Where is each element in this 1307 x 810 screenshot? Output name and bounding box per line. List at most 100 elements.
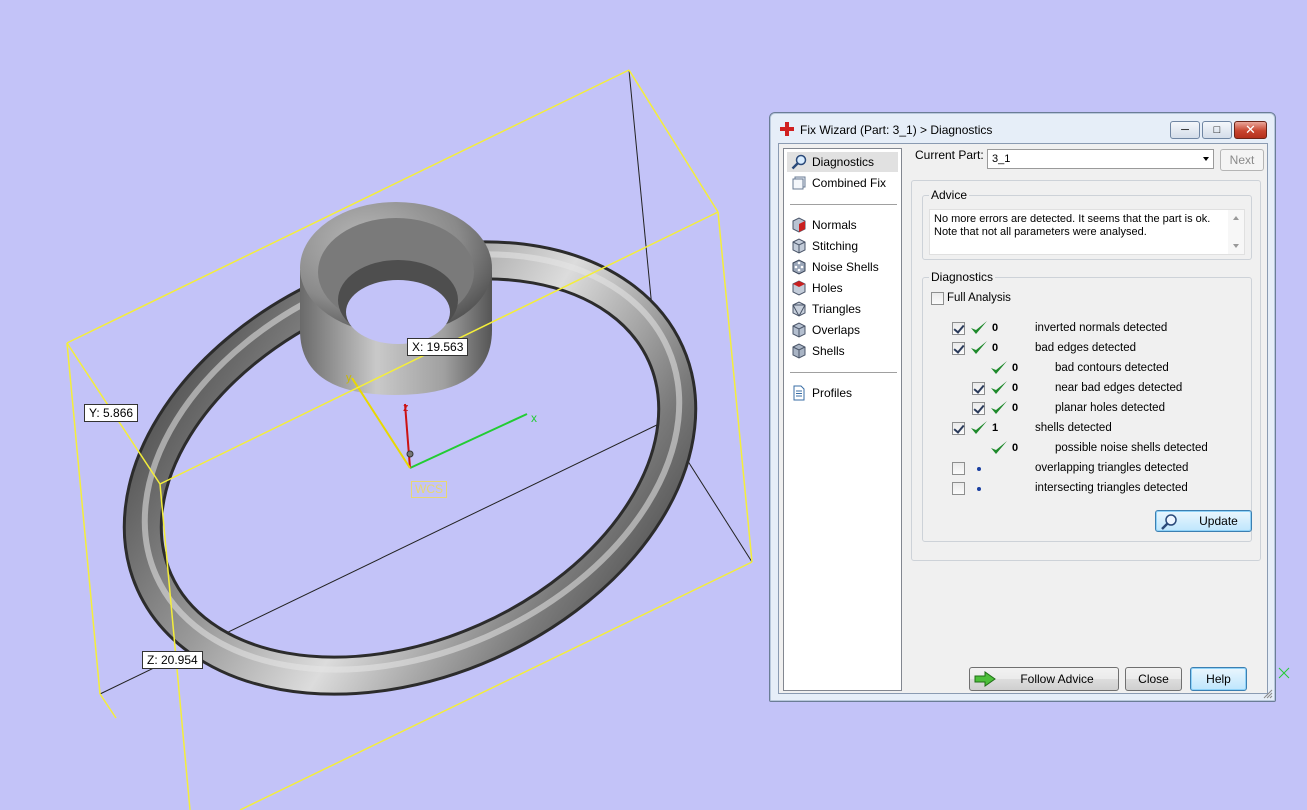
intersecting-triangles-text: intersecting triangles detected [1035, 482, 1188, 494]
noise-shells-count: 0 [1012, 442, 1019, 454]
current-part-select[interactable]: 3_1 [987, 149, 1214, 169]
sidebar-separator [790, 204, 897, 205]
advice-title: Advice [929, 188, 970, 202]
content-frame: Advice No more errors are detected. It s… [911, 180, 1261, 561]
next-button[interactable]: Next [1220, 149, 1264, 171]
check-icon [991, 381, 1007, 394]
check-icon [991, 401, 1007, 414]
sidebar-item-label: Shells [812, 344, 845, 358]
planar-holes-checkbox[interactable] [972, 402, 985, 415]
sidebar-item-holes[interactable]: Holes [787, 278, 898, 298]
sidebar-item-label: Combined Fix [812, 176, 887, 190]
title-bar[interactable]: Fix Wizard (Part: 3_1) > Diagnostics ─ □… [770, 113, 1275, 143]
sidebar-item-label: Triangles [812, 302, 861, 316]
axis-marker-icon [1278, 667, 1290, 679]
cube-red-icon [792, 217, 806, 233]
advice-scrollbar[interactable] [1228, 210, 1244, 254]
window-close-button[interactable]: ✕ [1234, 121, 1267, 139]
magnifier-icon [791, 154, 807, 170]
magnifier-icon [1161, 514, 1177, 530]
sidebar-item-label: Overlaps [812, 323, 861, 337]
full-analysis-label: Full Analysis [947, 292, 1011, 304]
sidebar-item-overlaps[interactable]: Overlaps [787, 320, 898, 340]
sidebar-item-label: Holes [812, 281, 843, 295]
shells-text: shells detected [1035, 422, 1112, 434]
planar-holes-count: 0 [1012, 402, 1019, 414]
bad-contours-text: bad contours detected [1055, 362, 1169, 374]
axis-z-label: z [403, 402, 409, 414]
bad-contours-count: 0 [1012, 362, 1019, 374]
advice-line: Note that not all parameters were analys… [934, 226, 1147, 238]
restore-icon: □ [1213, 124, 1221, 136]
inverted-normals-checkbox[interactable] [952, 322, 965, 335]
current-part-value: 3_1 [992, 153, 1011, 165]
close-button[interactable]: Close [1125, 667, 1182, 691]
cube-hole-icon [792, 280, 806, 296]
shells-count: 1 [992, 422, 999, 434]
cube-triangle-icon [792, 301, 806, 317]
sidebar-item-normals[interactable]: Normals [787, 215, 898, 235]
sidebar-item-shells[interactable]: Shells [787, 341, 898, 361]
bad-edges-checkbox[interactable] [952, 342, 965, 355]
check-icon [971, 421, 987, 434]
scroll-up-icon[interactable] [1233, 216, 1239, 220]
not-analysed-dot-icon [977, 467, 981, 471]
sidebar-item-diagnostics[interactable]: Diagnostics [787, 152, 898, 172]
inverted-normals-text: inverted normals detected [1035, 322, 1168, 334]
near-bad-edges-count: 0 [1012, 382, 1019, 394]
check-icon [991, 441, 1007, 454]
bad-edges-text: bad edges detected [1035, 342, 1137, 354]
full-analysis-checkbox[interactable] [931, 292, 944, 305]
advice-line: No more errors are detected. It seems th… [934, 213, 1211, 225]
axis-y-label: y [346, 372, 352, 384]
cube-stitch-icon [792, 238, 806, 254]
cube-dots-icon [792, 259, 806, 275]
dialog-client: Diagnostics Combined Fix Normals Stitchi… [778, 143, 1268, 694]
near-bad-edges-checkbox[interactable] [972, 382, 985, 395]
shells-checkbox[interactable] [952, 422, 965, 435]
sidebar-separator [790, 372, 897, 373]
wcs-label: WCS [411, 481, 447, 498]
close-icon: ✕ [1245, 122, 1256, 137]
overlapping-triangles-checkbox[interactable] [952, 462, 965, 475]
diagnostics-panel: Current Part: 3_1 Next Advice No more er… [909, 144, 1267, 693]
chevron-down-icon [1203, 157, 1209, 161]
z-dimension-label: Z: 20.954 [142, 651, 203, 669]
axis-x-label: x [531, 411, 537, 425]
dialog-title: Fix Wizard (Part: 3_1) > Diagnostics [800, 123, 993, 137]
not-analysed-dot-icon [977, 487, 981, 491]
maximize-button[interactable]: □ [1202, 121, 1232, 139]
cube-shell-icon [792, 343, 806, 359]
scroll-down-icon[interactable] [1233, 244, 1239, 248]
sidebar-item-noise-shells[interactable]: Noise Shells [787, 257, 898, 277]
layers-icon [792, 176, 806, 190]
follow-advice-button[interactable]: Follow Advice [969, 667, 1119, 691]
minimize-button[interactable]: ─ [1170, 121, 1200, 139]
follow-advice-label: Follow Advice [1020, 672, 1094, 686]
sidebar-item-label: Profiles [812, 386, 853, 400]
advice-textbox[interactable]: No more errors are detected. It seems th… [929, 209, 1245, 255]
intersecting-triangles-checkbox[interactable] [952, 482, 965, 495]
noise-shells-text: possible noise shells detected [1055, 442, 1208, 454]
document-icon [793, 385, 805, 401]
check-icon [971, 341, 987, 354]
sidebar-item-combined-fix[interactable]: Combined Fix [787, 173, 898, 193]
near-bad-edges-text: near bad edges detected [1055, 382, 1183, 394]
arrow-right-icon [974, 671, 996, 687]
bad-edges-count: 0 [992, 342, 999, 354]
update-button[interactable]: Update [1155, 510, 1252, 532]
sidebar-item-triangles[interactable]: Triangles [787, 299, 898, 319]
sidebar-item-label: Noise Shells [812, 260, 879, 274]
current-part-label: Current Part: [915, 148, 984, 162]
resize-grip-icon[interactable] [1263, 689, 1273, 699]
inverted-normals-count: 0 [992, 322, 999, 334]
sidebar-item-label: Normals [812, 218, 857, 232]
cube-overlap-icon [792, 322, 806, 338]
check-icon [971, 321, 987, 334]
minimize-icon: ─ [1181, 124, 1189, 136]
sidebar-item-profiles[interactable]: Profiles [787, 383, 898, 403]
wizard-icon [780, 122, 794, 136]
help-button[interactable]: Help [1190, 667, 1247, 691]
overlapping-triangles-text: overlapping triangles detected [1035, 462, 1189, 474]
sidebar-item-stitching[interactable]: Stitching [787, 236, 898, 256]
